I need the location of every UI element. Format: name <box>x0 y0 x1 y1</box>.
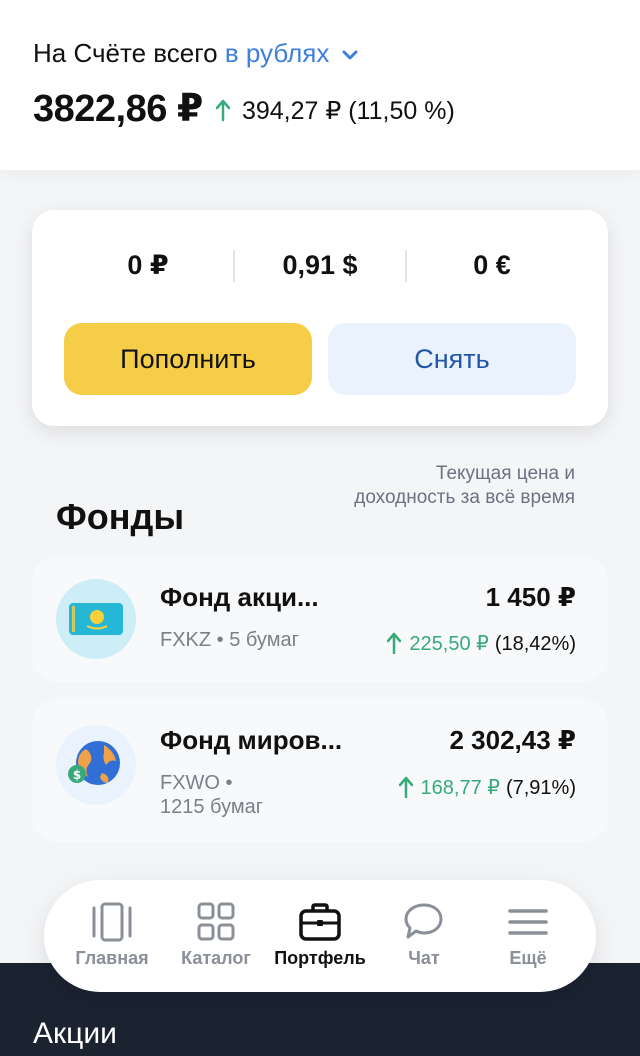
tab-label: Главная <box>75 948 149 968</box>
grid-icon <box>197 902 235 941</box>
fund-ticker: FXWO • 1215 бумаг <box>160 771 340 819</box>
topup-button[interactable]: Пополнить <box>64 323 312 395</box>
menu-icon <box>508 909 548 935</box>
tab-more[interactable]: Ещё <box>476 902 580 969</box>
arrow-up-icon <box>215 99 231 122</box>
funds-column-hint: Текущая цена и доходность за всё время <box>354 463 575 508</box>
home-icon <box>92 902 132 942</box>
total-change-abs: 394,27 ₽ <box>241 97 342 125</box>
fund-ticker: FXKZ • 5 бумаг <box>160 629 299 651</box>
total-change-pct: (11,50 %) <box>348 97 455 125</box>
chevron-down-icon <box>342 50 358 60</box>
arrow-up-icon <box>387 632 402 654</box>
total-label-row: На Счёте всего в рублях <box>33 38 361 69</box>
fund-ticker-line: FXWO • <box>160 772 233 794</box>
total-change: 394,27 ₽ (11,50 %) <box>215 96 455 126</box>
fund-value: 1 450 ₽ <box>485 582 576 612</box>
fund-change-abs: 225,50 ₽ <box>409 633 489 655</box>
funds-section-title: Фонды <box>56 496 185 537</box>
tab-label: Каталог <box>181 948 251 968</box>
total-label: На Счёте всего <box>33 38 218 68</box>
divider <box>405 250 407 282</box>
fund-name: Фонд миров... <box>160 725 343 755</box>
tab-catalog[interactable]: Каталог <box>164 902 268 969</box>
fund-change: 168,77 ₽ (7,91%) <box>398 775 576 800</box>
tab-label: Портфель <box>274 948 366 968</box>
divider <box>233 250 235 282</box>
svg-text:$: $ <box>73 768 81 782</box>
tab-label: Чат <box>408 948 440 968</box>
tab-chat[interactable]: Чат <box>372 902 476 969</box>
withdraw-button[interactable]: Снять <box>328 323 576 395</box>
fund-card-fxkz[interactable]: Фонд акци... FXKZ • 5 бумаг 1 450 ₽ 225,… <box>32 556 608 682</box>
currency-selector-label: в рублях <box>224 38 330 68</box>
currency-selector[interactable]: в рублях <box>225 38 361 68</box>
balance-usd: 0,91 $ <box>282 250 358 280</box>
balance-rub: 0 ₽ <box>127 250 169 280</box>
portfolio-header: На Счёте всего в рублях 3822,86 ₽ 394,27… <box>0 0 640 170</box>
total-amount: 3822,86 ₽ <box>33 88 203 130</box>
fund-card-fxwo[interactable]: $ Фонд миров... FXWO • 1215 бумаг 2 302,… <box>32 699 608 842</box>
bottom-tab-bar: Главная Каталог Портфель Чат Ещё <box>44 880 596 992</box>
tab-portfolio[interactable]: Портфель <box>268 902 372 969</box>
fund-name: Фонд акци... <box>160 582 319 612</box>
fund-change: 225,50 ₽ (18,42%) <box>387 631 576 656</box>
fund-change-abs: 168,77 ₽ <box>420 777 500 799</box>
fund-change-pct: (7,91%) <box>505 777 576 799</box>
tab-home[interactable]: Главная <box>60 902 164 969</box>
globe-dollar-icon: $ <box>56 725 136 805</box>
arrow-up-icon <box>398 776 413 798</box>
balance-eur: 0 € <box>473 250 511 280</box>
balance-card: 0 ₽ 0,91 $ 0 € Пополнить Снять <box>32 210 608 426</box>
chat-icon <box>404 903 443 939</box>
tab-label: Ещё <box>509 948 547 968</box>
briefcase-icon <box>299 903 341 941</box>
fund-change-pct: (18,42%) <box>494 633 576 655</box>
stocks-section-title: Акции <box>33 1017 117 1050</box>
kazakhstan-flag-icon <box>56 579 136 659</box>
fund-ticker-line: 1215 бумаг <box>160 796 264 818</box>
fund-value: 2 302,43 ₽ <box>449 725 576 755</box>
